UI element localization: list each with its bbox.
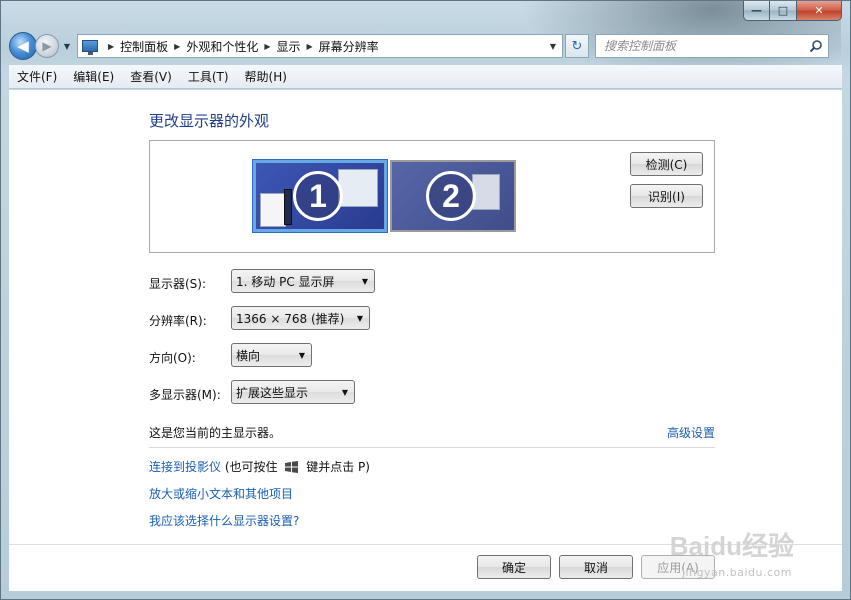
breadcrumb-separator-icon[interactable]: ▶	[264, 42, 270, 51]
display-label: 显示器(S):	[149, 277, 207, 291]
multiple-displays-select-value: 扩展这些显示	[236, 385, 309, 400]
menu-view[interactable]: 查看(V)	[122, 68, 180, 85]
primary-display-text: 这是您当前的主显示器。	[149, 426, 282, 440]
breadcrumb-separator-icon[interactable]: ▶	[174, 42, 180, 51]
chevron-down-icon: ▼	[361, 276, 368, 286]
refresh-icon: ↻	[571, 38, 583, 54]
display-select[interactable]: 1. 移动 PC 显示屏 ▼	[231, 269, 375, 293]
minimize-button[interactable]: —	[743, 1, 770, 21]
multiple-displays-select[interactable]: 扩展这些显示 ▼	[231, 380, 355, 404]
window-frame: — □ ✕ ◀ ▶ ▼ ▶ 控制面板 ▶ 外观和个性化 ▶ 显示 ▶ 屏幕分辨率…	[0, 0, 851, 600]
search-icon[interactable]	[809, 39, 823, 53]
address-dropdown-icon[interactable]: ▼	[550, 42, 556, 51]
cancel-button[interactable]: 取消	[559, 555, 633, 579]
menu-file[interactable]: 文件(F)	[9, 68, 65, 85]
windows-logo-icon	[285, 461, 299, 473]
back-arrow-icon: ◀	[17, 37, 29, 55]
resolution-label: 分辨率(R):	[149, 314, 207, 328]
monitor-1-mini-window	[338, 169, 378, 207]
chevron-down-icon: ▼	[298, 350, 305, 360]
connect-projector-link[interactable]: 连接到投影仪	[149, 460, 221, 474]
multiple-displays-label: 多显示器(M):	[149, 388, 221, 402]
menu-bar: 文件(F) 编辑(E) 查看(V) 工具(T) 帮助(H)	[9, 65, 842, 89]
resolution-select[interactable]: 1366 × 768 (推荐) ▼	[231, 306, 370, 330]
caption-buttons: — □ ✕	[743, 1, 842, 21]
monitor-1-number: 1	[293, 171, 343, 221]
resolution-select-value: 1366 × 768 (推荐)	[236, 311, 345, 326]
forward-arrow-icon: ▶	[42, 39, 52, 53]
monitor-2[interactable]: 2	[390, 160, 516, 232]
detect-button[interactable]: 检测(C)	[630, 152, 703, 176]
display-settings-help-link[interactable]: 我应该选择什么显示器设置?	[149, 512, 299, 529]
menu-edit[interactable]: 编辑(E)	[65, 68, 122, 85]
monitor-2-number: 2	[426, 171, 476, 221]
advanced-settings-link[interactable]: 高级设置	[667, 424, 715, 441]
ok-button[interactable]: 确定	[477, 555, 551, 579]
monitor-2-mini-window	[472, 174, 500, 210]
watermark-logo: Baidu经验	[669, 531, 794, 561]
control-panel-icon	[82, 40, 98, 55]
monitor-arrangement-panel: 1 2 检测(C) 识别(I)	[149, 140, 715, 253]
monitor-1[interactable]: 1	[253, 160, 387, 232]
projector-hint-suffix: 键并点击 P)	[306, 460, 370, 474]
monitor-1-taskbar	[284, 189, 292, 225]
search-input[interactable]	[604, 39, 804, 53]
chevron-down-icon: ▼	[63, 41, 71, 51]
identify-button[interactable]: 识别(I)	[630, 184, 703, 208]
breadcrumb-control-panel[interactable]: 控制面板	[120, 38, 168, 55]
recent-pages-button[interactable]: ▼	[61, 42, 73, 51]
page-title: 更改显示器的外观	[149, 112, 270, 130]
breadcrumb-appearance[interactable]: 外观和个性化	[186, 38, 258, 55]
breadcrumb-screen-resolution[interactable]: 屏幕分辨率	[319, 38, 379, 55]
breadcrumb-display[interactable]: 显示	[277, 38, 301, 55]
address-bar[interactable]: ▶ 控制面板 ▶ 外观和个性化 ▶ 显示 ▶ 屏幕分辨率 ▼	[77, 34, 563, 58]
close-button[interactable]: ✕	[797, 1, 842, 21]
chevron-down-icon: ▼	[341, 387, 348, 397]
breadcrumb-separator-icon[interactable]: ▶	[307, 42, 313, 51]
projector-hint-prefix: (也可按住	[224, 460, 278, 474]
navigation-bar: ◀ ▶ ▼ ▶ 控制面板 ▶ 外观和个性化 ▶ 显示 ▶ 屏幕分辨率 ▼ ↻	[9, 31, 842, 61]
search-box[interactable]	[595, 34, 829, 58]
orientation-select-value: 横向	[236, 348, 261, 363]
forward-button[interactable]: ▶	[35, 34, 59, 58]
monitor-1-mini-window	[260, 193, 286, 227]
zoom-text-link[interactable]: 放大或缩小文本和其他项目	[149, 485, 293, 502]
refresh-button[interactable]: ↻	[565, 34, 589, 58]
menu-help[interactable]: 帮助(H)	[237, 68, 295, 85]
orientation-label: 方向(O):	[149, 351, 196, 365]
back-button[interactable]: ◀	[9, 32, 37, 60]
section-divider	[149, 447, 715, 448]
maximize-button[interactable]: □	[770, 1, 797, 21]
breadcrumb-separator-icon[interactable]: ▶	[108, 42, 114, 51]
content-area: 更改显示器的外观 1 2 检测(C) 识别(I) 显示器(S): 1. 移动 P…	[9, 90, 842, 591]
projector-row: 连接到投影仪 (也可按住 键并点击 P)	[149, 458, 370, 475]
chevron-down-icon: ▼	[356, 313, 363, 323]
watermark-url: jingyan.baidu.com	[681, 566, 792, 579]
display-select-value: 1. 移动 PC 显示屏	[236, 274, 335, 289]
orientation-select[interactable]: 横向 ▼	[231, 343, 312, 367]
menu-tools[interactable]: 工具(T)	[180, 68, 237, 85]
